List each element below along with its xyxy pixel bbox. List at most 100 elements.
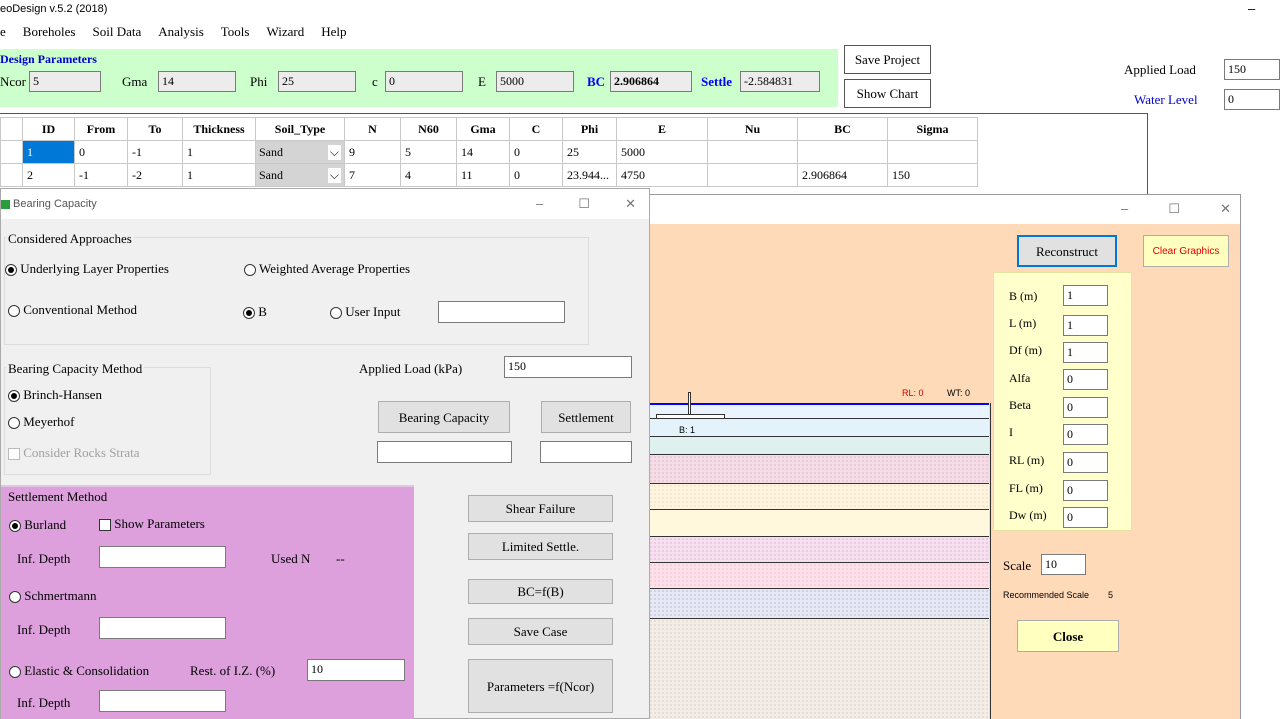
radio-selected-icon[interactable] <box>5 264 17 277</box>
col-header-gma[interactable]: Gma <box>456 117 510 141</box>
close-icon[interactable]: ✕ <box>1220 201 1231 217</box>
consider-rocks-checkbox[interactable]: Consider Rocks Strata <box>8 445 140 461</box>
burland-inf-depth-field[interactable] <box>99 546 226 568</box>
cell-bc[interactable]: 2.906864 <box>797 163 888 187</box>
c-field[interactable]: 0 <box>385 71 463 92</box>
minimize-icon[interactable]: – <box>1121 201 1128 217</box>
col-header-sigma[interactable]: Sigma <box>887 117 978 141</box>
shear-failure-button[interactable]: Shear Failure <box>468 495 613 522</box>
ncor-field[interactable]: 5 <box>29 71 101 92</box>
cell-id[interactable]: 1 <box>22 140 75 164</box>
burland-radio[interactable]: Burland <box>9 517 66 533</box>
cell-c[interactable]: 0 <box>509 140 563 164</box>
cell-nu[interactable] <box>707 163 798 187</box>
cell-to[interactable]: -2 <box>127 163 183 187</box>
radio-selected-icon[interactable] <box>243 307 255 320</box>
user-input-field[interactable] <box>438 301 565 323</box>
menu-soil-data[interactable]: Soil Data <box>93 24 142 44</box>
bc-field[interactable]: 2.906864 <box>610 71 692 92</box>
cell-soil-type[interactable]: Sand ⌵ <box>255 163 345 187</box>
cell-n[interactable]: 9 <box>344 140 401 164</box>
l-field[interactable]: 1 <box>1063 315 1108 336</box>
cell-thickness[interactable]: 1 <box>182 163 256 187</box>
cell-phi[interactable]: 23.944... <box>562 163 617 187</box>
beta-field[interactable]: 0 <box>1063 397 1108 418</box>
minimize-icon[interactable]: – <box>536 196 543 212</box>
radio-icon[interactable] <box>8 305 20 318</box>
bc-f-b-button[interactable]: BC=f(B) <box>468 579 613 604</box>
e-field[interactable]: 5000 <box>496 71 574 92</box>
minimize-button[interactable]: – <box>1248 1 1255 16</box>
elastic-inf-depth-field[interactable] <box>99 690 226 712</box>
schmertmann-inf-depth-field[interactable] <box>99 617 226 639</box>
df-field[interactable]: 1 <box>1063 342 1108 363</box>
radio-selected-icon[interactable] <box>9 520 21 533</box>
conventional-method-radio[interactable]: Conventional Method <box>8 302 137 318</box>
alfa-field[interactable]: 0 <box>1063 369 1108 390</box>
cell-gma[interactable]: 11 <box>456 163 510 187</box>
phi-field[interactable]: 25 <box>278 71 356 92</box>
cell-sigma[interactable] <box>887 140 978 164</box>
col-header-to[interactable]: To <box>127 117 183 141</box>
radio-icon[interactable] <box>9 666 21 679</box>
col-header-soil-type[interactable]: Soil_Type <box>255 117 345 141</box>
cell-c[interactable]: 0 <box>509 163 563 187</box>
checkbox-icon[interactable] <box>8 448 20 461</box>
maximize-icon[interactable]: ☐ <box>578 196 590 212</box>
underlying-layer-radio[interactable]: Underlying Layer Properties <box>5 261 169 277</box>
cell-to[interactable]: -1 <box>127 140 183 164</box>
menu-wizard[interactable]: Wizard <box>266 24 304 44</box>
fl-field[interactable]: 0 <box>1063 480 1108 501</box>
radio-icon[interactable] <box>330 307 342 320</box>
b-radio[interactable]: B <box>243 304 267 320</box>
maximize-icon[interactable]: ☐ <box>1168 201 1180 217</box>
applied-load-field[interactable]: 150 <box>1224 59 1280 80</box>
col-header-thickness[interactable]: Thickness <box>182 117 256 141</box>
scale-field[interactable]: 10 <box>1041 554 1086 575</box>
col-header-from[interactable]: From <box>74 117 128 141</box>
cell-n60[interactable]: 5 <box>400 140 457 164</box>
menu-help[interactable]: Help <box>321 24 346 44</box>
rest-iz-field[interactable]: 10 <box>307 659 405 681</box>
cell-id[interactable]: 2 <box>22 163 75 187</box>
cell-e[interactable]: 4750 <box>616 163 708 187</box>
col-header-bc[interactable]: BC <box>797 117 888 141</box>
bearing-capacity-result[interactable] <box>377 441 512 463</box>
col-header-e[interactable]: E <box>616 117 708 141</box>
settlement-result[interactable] <box>540 441 632 463</box>
cell-n60[interactable]: 4 <box>400 163 457 187</box>
save-project-button[interactable]: Save Project <box>844 45 931 74</box>
save-case-button[interactable]: Save Case <box>468 618 613 645</box>
cell-n[interactable]: 7 <box>344 163 401 187</box>
gma-field[interactable]: 14 <box>158 71 236 92</box>
radio-icon[interactable] <box>244 264 256 277</box>
menu-tools[interactable]: Tools <box>221 24 250 44</box>
chevron-down-icon[interactable]: ⌵ <box>327 144 341 160</box>
brinch-hansen-radio[interactable]: Brinch-Hansen <box>8 387 102 403</box>
cell-from[interactable]: -1 <box>74 163 128 187</box>
menu-boreholes[interactable]: Boreholes <box>23 24 76 44</box>
water-level-field[interactable]: 0 <box>1224 89 1280 110</box>
col-header-phi[interactable]: Phi <box>562 117 617 141</box>
col-header-id[interactable]: ID <box>22 117 75 141</box>
radio-icon[interactable] <box>9 591 21 604</box>
chevron-down-icon[interactable]: ⌵ <box>327 167 341 183</box>
radio-selected-icon[interactable] <box>8 390 20 403</box>
checkbox-icon[interactable] <box>99 519 111 532</box>
meyerhof-radio[interactable]: Meyerhof <box>8 414 75 430</box>
reconstruct-button[interactable]: Reconstruct <box>1017 235 1117 267</box>
cell-soil-type[interactable]: Sand ⌵ <box>255 140 345 164</box>
b-field[interactable]: 1 <box>1063 285 1108 306</box>
menu-analysis[interactable]: Analysis <box>158 24 204 44</box>
cell-phi[interactable]: 25 <box>562 140 617 164</box>
applied-load-kpa-field[interactable]: 150 <box>504 356 632 378</box>
user-input-radio[interactable]: User Input <box>330 304 401 320</box>
rl-field[interactable]: 0 <box>1063 452 1108 473</box>
i-field[interactable]: 0 <box>1063 424 1108 445</box>
close-icon[interactable]: ✕ <box>625 196 636 212</box>
weighted-average-radio[interactable]: Weighted Average Properties <box>244 261 410 277</box>
elastic-consolidation-radio[interactable]: Elastic & Consolidation <box>9 663 149 679</box>
cell-from[interactable]: 0 <box>74 140 128 164</box>
dw-field[interactable]: 0 <box>1063 507 1108 528</box>
col-header-n[interactable]: N <box>344 117 401 141</box>
